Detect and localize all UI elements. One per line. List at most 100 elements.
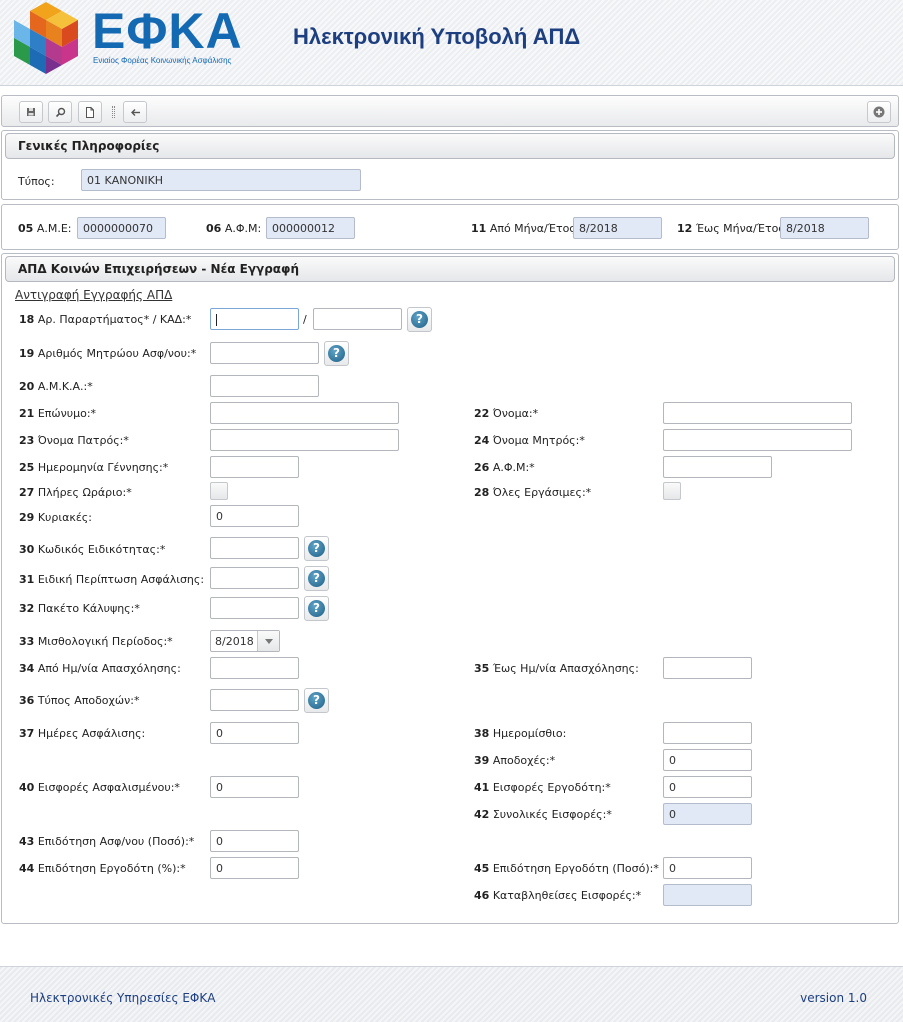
help-icon: ? (308, 600, 325, 617)
help-icon: ? (308, 540, 325, 557)
new-document-icon (86, 106, 94, 118)
full-time-checkbox[interactable] (210, 482, 228, 500)
insured-contributions-input[interactable]: 0 (210, 776, 299, 798)
payroll-period-select[interactable]: 8/2018 (210, 630, 280, 652)
add-circle-icon (873, 106, 885, 118)
from-month-field: 8/2018 (573, 217, 662, 239)
mother-name-input[interactable] (663, 429, 852, 451)
help-button-32[interactable]: ? (304, 596, 329, 621)
field-40-label: 40 Εισφορές Ασφαλισμένου:* (19, 781, 180, 794)
branch-number-input[interactable] (210, 308, 299, 330)
all-workdays-checkbox[interactable] (663, 482, 681, 500)
new-document-button[interactable] (78, 101, 102, 123)
field-39-label: 39 Αποδοχές:* (474, 754, 556, 767)
field-21-label: 21 Επώνυμο:* (19, 407, 97, 420)
back-arrow-icon (130, 108, 140, 116)
from-month-label: 11 Από Μήνα/Έτος: (471, 222, 580, 235)
field-20-label: 20 Α.Μ.Κ.Α.:* (19, 380, 93, 393)
save-icon (27, 108, 35, 116)
toolbar (1, 95, 899, 127)
field-31-label: 31 Ειδική Περίπτωση Ασφάλισης: (19, 573, 205, 586)
field-24-label: 24 Όνομα Μητρός:* (474, 434, 585, 447)
amka-input[interactable] (210, 375, 319, 397)
field-37-label: 37 Ημέρες Ασφάλισης: (19, 727, 146, 740)
afm-input[interactable] (663, 456, 772, 478)
paid-contributions-field (663, 884, 752, 906)
surname-input[interactable] (210, 402, 399, 424)
field-18-label: 18 Αρ. Παραρτήματος* / ΚΑΔ:* (19, 313, 192, 326)
field-28-label: 28 Όλες Εργάσιμες:* (474, 486, 592, 499)
field-35-label: 35 Έως Ημ/νία Απασχόλησης: (474, 662, 639, 675)
employment-from-input[interactable] (210, 657, 299, 679)
field-33-label: 33 Μισθολογική Περίοδος:* (19, 635, 173, 648)
field-45-label: 45 Επιδότηση Εργοδότη (Ποσό):* (474, 862, 659, 875)
field-19-label: 19 Αριθμός Μητρώου Ασφ/νου:* (19, 347, 197, 360)
copy-record-link[interactable]: Αντιγραφή Εγγραφής ΑΠΔ (15, 288, 172, 302)
help-button-30[interactable]: ? (304, 536, 329, 561)
field-26-label: 26 Α.Φ.Μ:* (474, 461, 535, 474)
field-42-label: 42 Συνολικές Εισφορές:* (474, 808, 612, 821)
field-25-label: 25 Ημερομηνία Γέννησης:* (19, 461, 169, 474)
to-month-label: 12 Έως Μήνα/Έτος: (677, 222, 789, 235)
daily-wage-input[interactable] (663, 722, 752, 744)
birth-date-input[interactable] (210, 456, 299, 478)
type-field: 01 ΚΑΝΟΝΙΚΗ (81, 169, 361, 191)
search-button[interactable] (48, 101, 72, 123)
text-cursor (216, 314, 217, 326)
chevron-down-icon[interactable] (257, 631, 279, 651)
earnings-type-input[interactable] (210, 689, 299, 711)
field-41-label: 41 Εισφορές Εργοδότη:* (474, 781, 611, 794)
ame-field: 0000000070 (77, 217, 166, 239)
first-name-input[interactable] (663, 402, 852, 424)
father-name-input[interactable] (210, 429, 399, 451)
employer-subsidy-percent-input[interactable]: 0 (210, 857, 299, 879)
type-label: Τύπος: (18, 175, 55, 188)
employment-to-input[interactable] (663, 657, 752, 679)
specialty-code-input[interactable] (210, 537, 299, 559)
insured-subsidy-amount-input[interactable]: 0 (210, 830, 299, 852)
ame-label: 05 Α.Μ.Ε: (18, 222, 72, 235)
employer-subsidy-amount-input[interactable]: 0 (663, 857, 752, 879)
field-34-label: 34 Από Ημ/νία Απασχόλησης: (19, 662, 181, 675)
field-30-label: 30 Κωδικός Ειδικότητας:* (19, 543, 166, 556)
help-icon: ? (308, 570, 325, 587)
field-23-label: 23 Όνομα Πατρός:* (19, 434, 129, 447)
special-case-input[interactable] (210, 567, 299, 589)
to-month-field: 8/2018 (780, 217, 869, 239)
sundays-input[interactable]: 0 (210, 505, 299, 527)
footer-version: version 1.0 (800, 991, 867, 1005)
field-46-label: 46 Καταβληθείσες Εισφορές:* (474, 889, 642, 902)
help-button-31[interactable]: ? (304, 566, 329, 591)
kad-input[interactable] (313, 308, 402, 330)
employer-contributions-input[interactable]: 0 (663, 776, 752, 798)
field-36-label: 36 Τύπος Αποδοχών:* (19, 694, 140, 707)
efka-logo-icon (14, 2, 78, 74)
slash-separator: / (303, 313, 307, 326)
field-38-label: 38 Ημερομίσθιο: (474, 727, 567, 740)
help-icon: ? (328, 345, 345, 362)
logo-text: ΕΦΚΑ (92, 3, 243, 59)
add-button[interactable] (867, 101, 891, 123)
help-icon: ? (308, 692, 325, 709)
general-info-header: Γενικές Πληροφορίες (5, 133, 895, 159)
back-button[interactable] (123, 101, 147, 123)
new-record-header: ΑΠΔ Κοινών Επιχειρήσεων - Νέα Εγγραφή (5, 256, 895, 282)
payroll-period-value: 8/2018 (215, 635, 254, 648)
help-button-19[interactable]: ? (324, 341, 349, 366)
insurance-days-input[interactable]: 0 (210, 722, 299, 744)
save-button[interactable] (19, 101, 43, 123)
help-button-36[interactable]: ? (304, 688, 329, 713)
field-22-label: 22 Όνομα:* (474, 407, 539, 420)
earnings-input[interactable]: 0 (663, 749, 752, 771)
field-29-label: 29 Κυριακές: (19, 511, 92, 524)
afm-label: 06 Α.Φ.Μ: (206, 222, 262, 235)
field-44-label: 44 Επιδότηση Εργοδότη (%):* (19, 862, 186, 875)
insured-registry-input[interactable] (210, 342, 319, 364)
app-title: Ηλεκτρονική Υποβολή ΑΠΔ (293, 24, 581, 49)
help-icon: ? (411, 311, 428, 328)
help-button-18[interactable]: ? (407, 307, 432, 332)
total-contributions-field: 0 (663, 803, 752, 825)
field-27-label: 27 Πλήρες Ωράριο:* (19, 486, 132, 499)
footer-services-text: Ηλεκτρονικές Υπηρεσίες ΕΦΚΑ (30, 991, 216, 1005)
coverage-package-input[interactable] (210, 597, 299, 619)
